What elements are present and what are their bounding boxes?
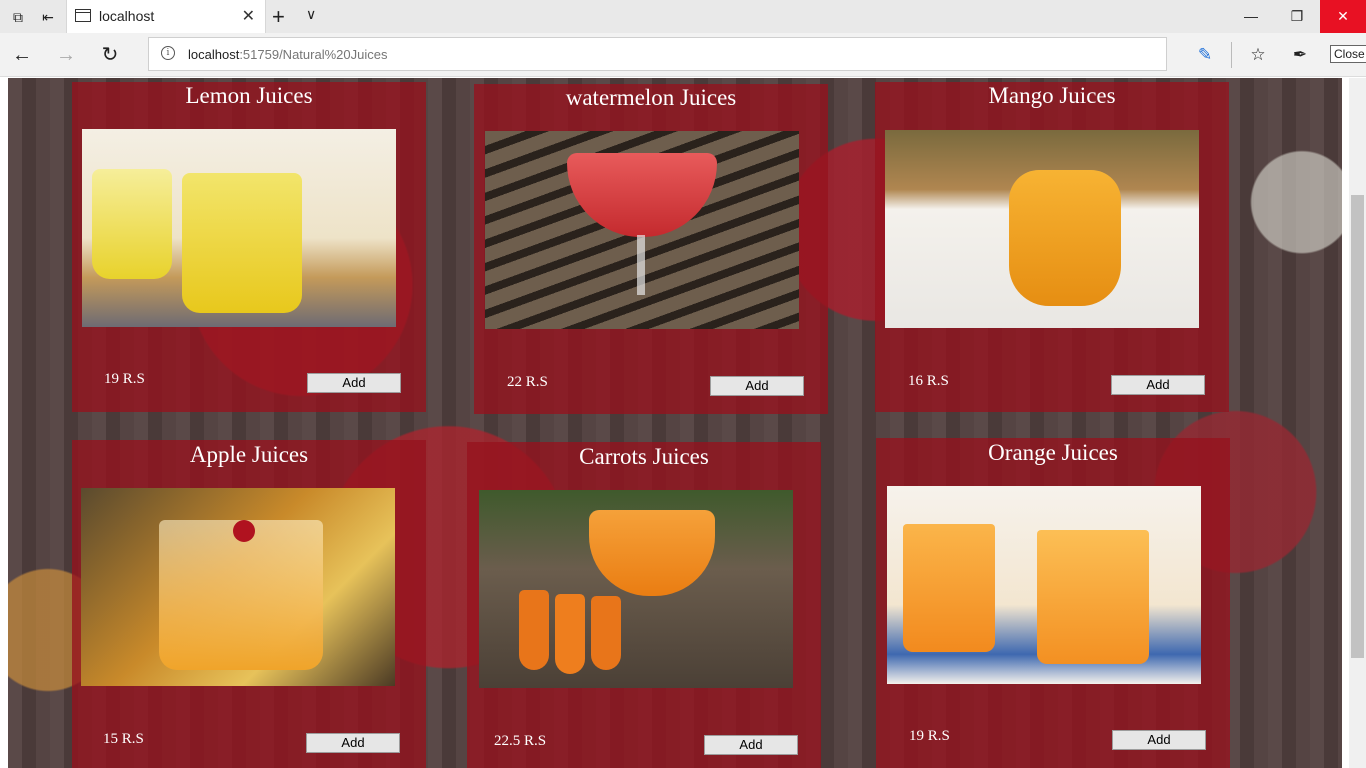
product-title: watermelon Juices: [565, 85, 737, 110]
info-icon[interactable]: i: [161, 46, 175, 60]
watermelon-juice-image: [485, 131, 799, 329]
product-card-carrots: Carrots Juices 22.5 R.S Add: [467, 442, 821, 768]
add-button[interactable]: Add: [1112, 730, 1206, 750]
favorites-icon[interactable]: ☆: [1246, 43, 1270, 67]
add-button[interactable]: Add: [710, 376, 804, 396]
tab-title: localhost: [99, 8, 155, 24]
close-tooltip: Close: [1330, 45, 1366, 63]
toolbar-divider: [1231, 42, 1232, 68]
scrollbar-thumb[interactable]: [1351, 195, 1364, 658]
add-button[interactable]: Add: [704, 735, 798, 755]
product-card-apple: Apple Juices 15 R.S Add: [72, 440, 426, 768]
product-card-orange: Orange Juices 19 R.S Add: [876, 438, 1230, 768]
set-aside-tabs-icon[interactable]: ⇤: [38, 7, 58, 27]
product-title: Orange Juices: [988, 440, 1118, 465]
url-path: :51759/Natural%20Juices: [239, 47, 388, 62]
tab-manager-icon[interactable]: ⧉: [8, 7, 28, 27]
tab-localhost[interactable]: localhost ✕: [66, 0, 266, 33]
product-price: 16 R.S: [908, 373, 949, 389]
lemon-juice-image: [82, 129, 396, 327]
page-icon: [75, 9, 91, 22]
forward-icon[interactable]: →: [53, 42, 79, 68]
orange-juice-image: [887, 486, 1201, 684]
address-field[interactable]: i localhost:51759/Natural%20Juices: [148, 37, 1167, 71]
product-card-lemon: Lemon Juices 19 R.S Add: [72, 82, 426, 412]
new-tab-icon[interactable]: +: [272, 4, 285, 30]
product-title: Carrots Juices: [579, 444, 709, 469]
minimize-icon[interactable]: —: [1228, 0, 1274, 33]
restore-icon[interactable]: ❐: [1274, 0, 1320, 33]
apple-juice-image: [81, 488, 395, 686]
url-text[interactable]: localhost:51759/Natural%20Juices: [188, 47, 387, 62]
mango-juice-image: [885, 130, 1199, 328]
product-title: Lemon Juices: [185, 83, 313, 108]
product-card-mango: Mango Juices 16 R.S Add: [875, 82, 1229, 412]
window-close-icon[interactable]: ✕: [1320, 0, 1366, 33]
add-button[interactable]: Add: [307, 373, 401, 393]
page-viewport: Lemon Juices 19 R.S Add watermelon Juice…: [0, 78, 1366, 768]
chevron-down-icon[interactable]: ∨: [306, 6, 316, 23]
url-host: localhost: [188, 47, 240, 62]
add-button[interactable]: Add: [1111, 375, 1205, 395]
address-toolbar: ← → ↻ i localhost:51759/Natural%20Juices…: [0, 33, 1366, 77]
product-price: 15 R.S: [103, 731, 144, 747]
add-button[interactable]: Add: [306, 733, 400, 753]
refresh-icon[interactable]: ↻: [97, 42, 123, 68]
reading-view-icon[interactable]: ✎: [1193, 43, 1217, 67]
product-card-watermelon: watermelon Juices 22 R.S Add: [474, 84, 828, 414]
product-price: 19 R.S: [104, 371, 145, 387]
carrot-juice-image: [479, 490, 793, 688]
web-note-icon[interactable]: ✒: [1288, 43, 1312, 67]
back-icon[interactable]: ←: [9, 42, 35, 68]
tab-bar: ⧉ ⇤ localhost ✕ + ∨ — ❐ ✕: [0, 0, 1366, 33]
product-price: 22 R.S: [507, 374, 548, 390]
product-title: Apple Juices: [189, 442, 309, 467]
product-price: 19 R.S: [909, 728, 950, 744]
close-tab-icon[interactable]: ✕: [242, 6, 255, 26]
product-title: Mango Juices: [988, 83, 1116, 108]
product-price: 22.5 R.S: [494, 733, 547, 749]
